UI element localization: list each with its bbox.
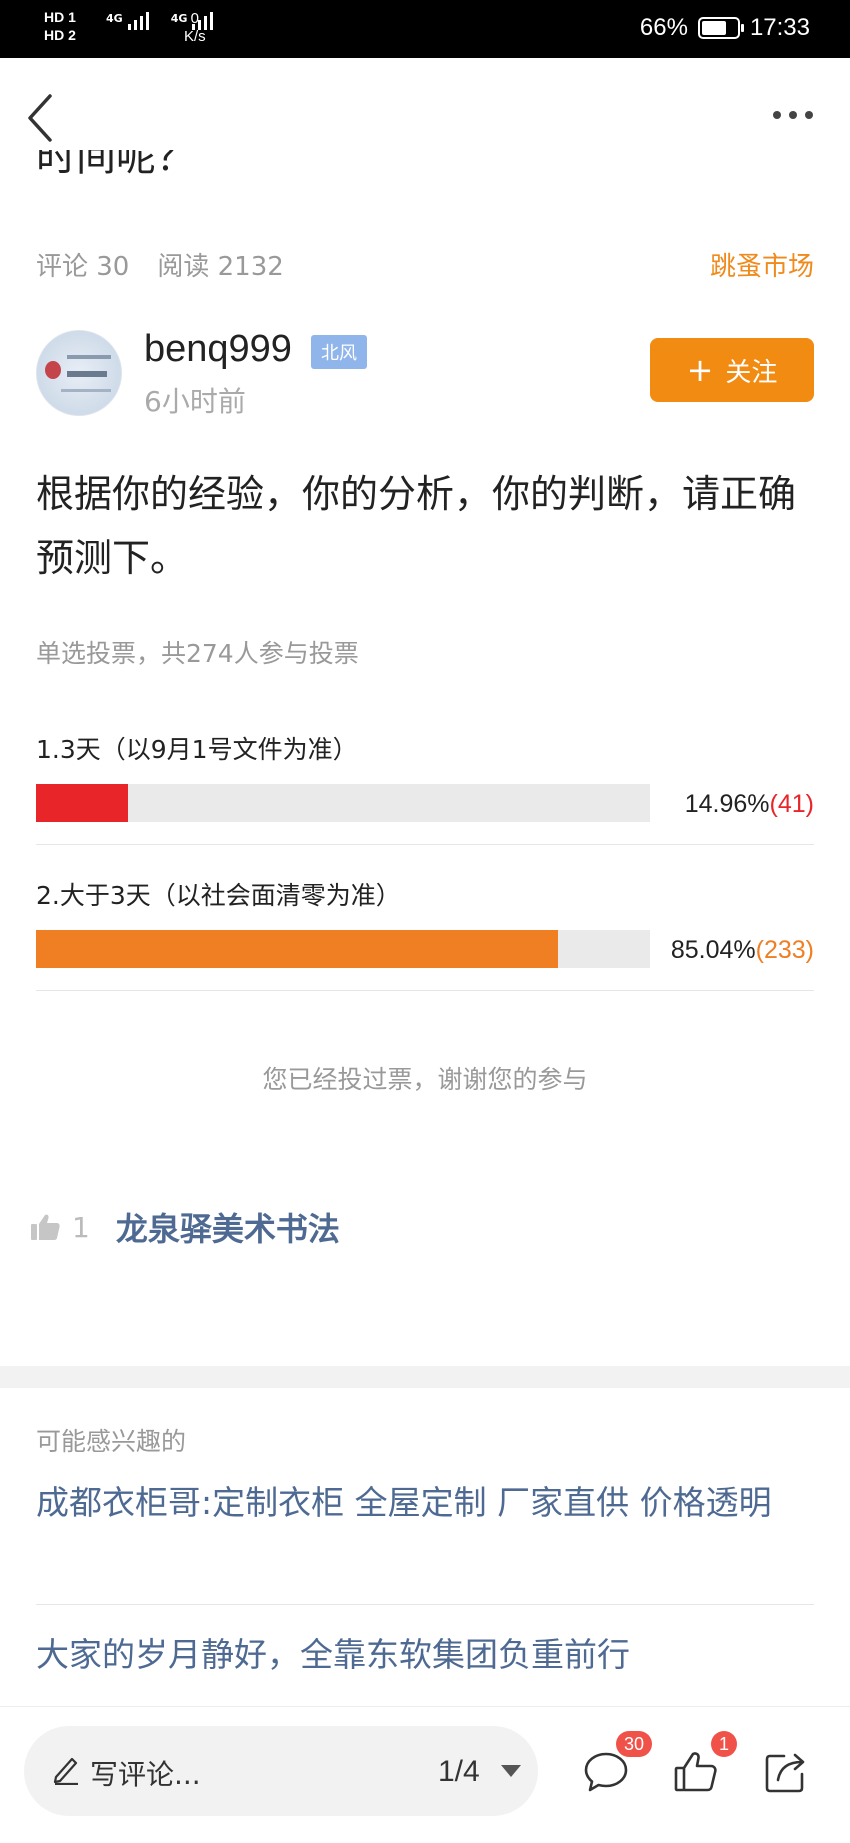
- poll-bar-fill: [36, 930, 559, 968]
- poll-option-label: 2.大于3天（以社会面清零为准）: [36, 881, 401, 910]
- divider: [36, 1604, 814, 1605]
- pen-icon: [53, 1757, 78, 1785]
- poll-result: 14.96%(41): [685, 790, 814, 819]
- poll-bar-fill: [36, 784, 128, 822]
- divider: [36, 990, 814, 991]
- poll-count: (41): [769, 790, 814, 818]
- like-row: 1 龙泉驿美术书法: [30, 1204, 340, 1250]
- sim2-label: HD 2: [44, 27, 76, 43]
- net-speed-unit: K/s: [184, 28, 206, 45]
- poll-option-label: 1.3天（以9月1号文件为准）: [36, 735, 358, 764]
- net-speed: 0 K/s: [184, 10, 206, 46]
- thumb-up-icon[interactable]: [30, 1213, 60, 1241]
- voted-note: 您已经投过票，谢谢您的参与: [262, 1065, 588, 1094]
- poll-result: 85.04%(233): [671, 936, 814, 965]
- status-bar: HD 1 HD 2 4G 4G 0 K/s 66% 17:33: [0, 0, 850, 58]
- poll-info: 单选投票，共274人参与投票: [36, 639, 359, 668]
- divider: [36, 844, 814, 845]
- section-separator: [0, 1366, 850, 1388]
- comment-placeholder[interactable]: 写评论...: [90, 1753, 201, 1793]
- author-name[interactable]: benq999: [144, 328, 292, 371]
- read-stat: 阅读 2132: [157, 252, 284, 282]
- forum-link[interactable]: 跳蚤市场: [710, 246, 814, 283]
- status-right: 66% 17:33: [640, 14, 810, 42]
- title-fragment: 时间呢？: [36, 150, 336, 190]
- like-icon[interactable]: [672, 1748, 720, 1796]
- poll-bar: [36, 930, 650, 968]
- poll-percent: 85.04%: [670, 936, 756, 964]
- battery-percent: 66%: [639, 14, 688, 41]
- caret-down-icon[interactable]: [500, 1764, 522, 1778]
- comment-count-badge: 30: [616, 1731, 653, 1757]
- liker-name[interactable]: 龙泉驿美术书法: [116, 1204, 340, 1250]
- plus-icon: +: [686, 351, 714, 389]
- post-time: 6小时前: [144, 385, 246, 418]
- author-badge: 北风: [311, 335, 367, 369]
- recommend-heading: 可能感兴趣的: [36, 1427, 187, 1456]
- share-icon[interactable]: [762, 1748, 810, 1796]
- poll-percent: 14.96%: [684, 790, 770, 818]
- follow-label: 关注: [725, 357, 778, 388]
- poll-bar: [36, 784, 650, 822]
- network-type: 4G: [106, 12, 123, 25]
- net-speed-value: 0: [190, 10, 200, 27]
- page-indicator[interactable]: 1/4: [438, 1755, 480, 1789]
- follow-button[interactable]: + 关注: [650, 338, 814, 402]
- more-icon[interactable]: [772, 108, 814, 122]
- sim-indicators: HD 1 HD 2: [44, 8, 76, 44]
- clock: 17:33: [749, 14, 810, 41]
- like-count-badge: 1: [711, 1731, 738, 1757]
- recommend-item[interactable]: 成都衣柜哥:定制衣柜 全屋定制 厂家直供 价格透明: [36, 1476, 814, 1530]
- comment-stat: 评论 30: [36, 252, 130, 282]
- post-body: 根据你的经验，你的分析，你的判断，请正确预测下。: [36, 472, 797, 580]
- title-fragment-text: 时间呢？: [36, 150, 196, 180]
- battery-icon: [697, 17, 744, 39]
- avatar[interactable]: [36, 330, 122, 416]
- recommend-item[interactable]: 大家的岁月静好，全靠东软集团负重前行: [36, 1628, 814, 1682]
- like-count: 1: [72, 1210, 90, 1244]
- signal-icon: 4G: [106, 12, 149, 30]
- poll-count: (233): [755, 936, 814, 964]
- post-meta: 评论 30 阅读 2132: [36, 246, 284, 283]
- sim1-label: HD 1: [44, 9, 76, 25]
- back-icon[interactable]: [24, 92, 60, 144]
